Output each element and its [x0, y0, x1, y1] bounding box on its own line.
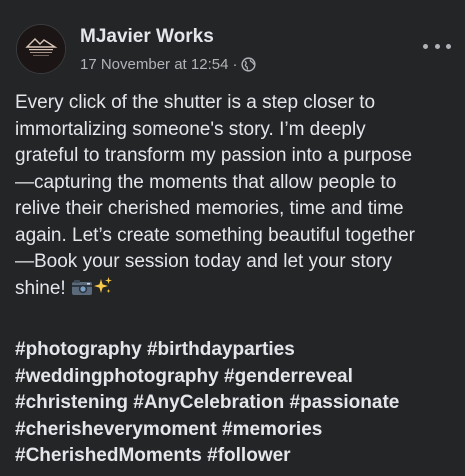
- post-timestamp[interactable]: 17 November at 12:54: [80, 56, 228, 73]
- post-text-end: shine!: [15, 277, 66, 299]
- hashtag-link[interactable]: #follower: [207, 445, 290, 466]
- hashtags: #photography #birthdayparties #weddingph…: [15, 337, 455, 470]
- more-options-icon[interactable]: [423, 36, 451, 56]
- hashtag-line: #christening #AnyCelebration #passionate: [15, 390, 455, 417]
- camera-logo-icon: [17, 25, 65, 73]
- hashtag-line: #weddingphotography #genderreveal: [15, 364, 455, 391]
- globe-icon[interactable]: [241, 57, 257, 72]
- author-name[interactable]: MJavier Works: [80, 26, 214, 48]
- post-text-line: —Book your session today and let your st…: [15, 251, 393, 272]
- hashtag-link[interactable]: #memories: [222, 419, 322, 440]
- sparkles-emoji-icon: [93, 276, 113, 305]
- hashtag-line: #CherishedMoments #follower: [15, 443, 455, 470]
- hashtag-link[interactable]: #christening: [15, 392, 128, 413]
- more-dot: [423, 43, 428, 49]
- hashtag-link[interactable]: #passionate: [290, 392, 400, 413]
- post-text-line: immortalizing someone's story. I’m deepl…: [15, 118, 366, 140]
- hashtag-link[interactable]: #CherishedMoments: [15, 445, 202, 466]
- hashtag-link[interactable]: #weddingphotography: [15, 366, 219, 387]
- hashtag-link[interactable]: #photography: [15, 339, 142, 360]
- post-text-line-last: shine!: [15, 276, 455, 305]
- post-text-line: —capturing the moments that allow people…: [15, 171, 397, 193]
- more-dot: [434, 43, 440, 49]
- post-text-line: again. Let’s create something beautiful …: [15, 224, 415, 246]
- hashtag-link[interactable]: #AnyCelebration: [133, 392, 284, 413]
- hashtag-link[interactable]: #genderreveal: [224, 366, 353, 387]
- facebook-post: MJavier Works 17 November at 12:54 · Eve…: [0, 0, 465, 476]
- hashtag-line: #photography #birthdayparties: [15, 337, 455, 364]
- meta-separator: ·: [232, 56, 238, 73]
- more-dot: [446, 43, 451, 49]
- hashtag-line: #cherisheverymoment #memories: [15, 417, 455, 444]
- author-avatar[interactable]: [16, 24, 66, 74]
- post-text: Every click of the shutter is a step clo…: [15, 90, 455, 304]
- camera-emoji-icon: [71, 278, 93, 305]
- post-text-line: grateful to transform my passion into a …: [15, 145, 413, 166]
- post-text-line: relive their cherished memories, time an…: [15, 198, 404, 219]
- post-meta: 17 November at 12:54 ·: [80, 56, 257, 73]
- hashtag-link[interactable]: #cherisheverymoment: [15, 419, 217, 440]
- hashtag-link[interactable]: #birthdayparties: [147, 339, 295, 360]
- post-text-line: Every click of the shutter is a step clo…: [15, 92, 376, 113]
